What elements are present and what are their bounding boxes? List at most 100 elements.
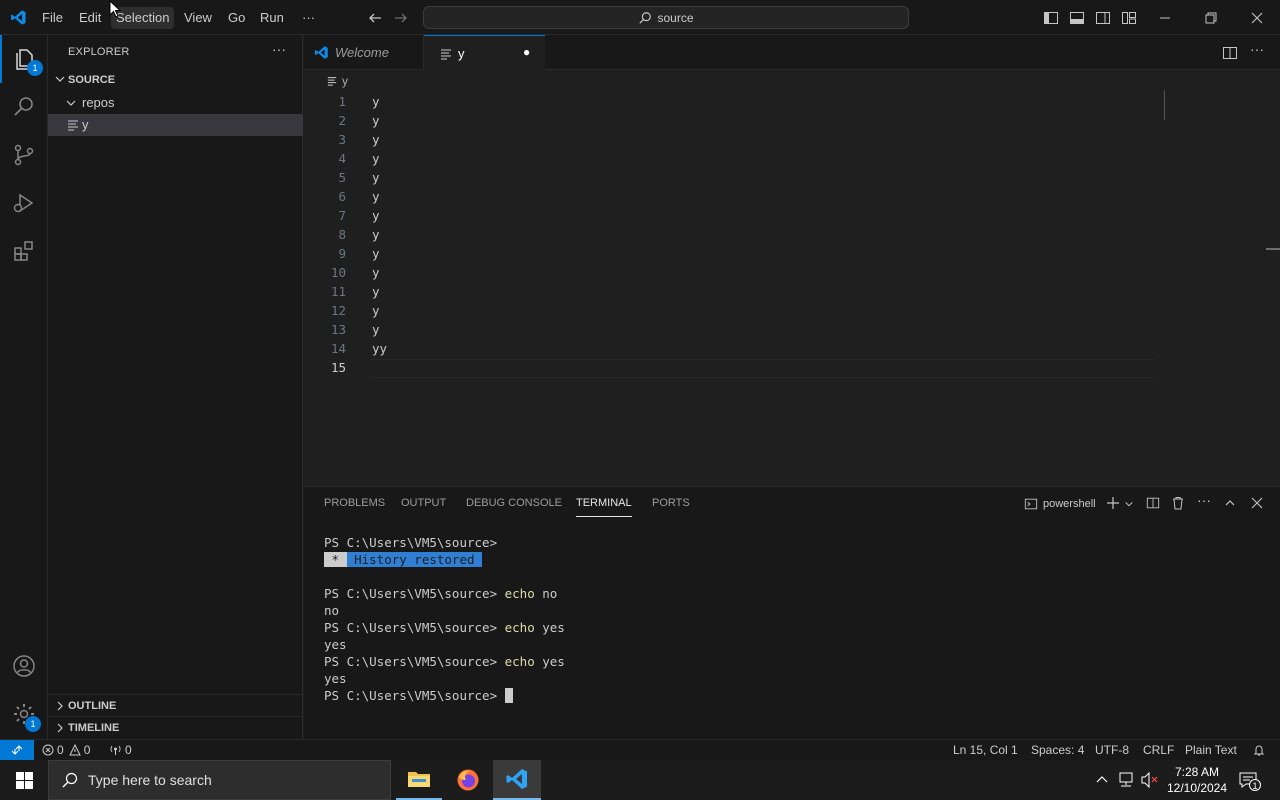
terminal-prompt: PS C:\Users\VM5\source> — [324, 654, 505, 669]
panel-more-button[interactable]: ··· — [1197, 492, 1211, 508]
line-number: 12 — [330, 303, 346, 318]
taskbar-clock[interactable]: 7:28 AM 12/10/2024 — [1162, 764, 1232, 796]
editor-more-button[interactable]: ··· — [1250, 41, 1264, 57]
activity-manage[interactable]: 1 — [0, 690, 48, 738]
encoding[interactable]: UTF-8 — [1095, 740, 1129, 760]
cursor-position[interactable]: Ln 15, Col 1 — [953, 740, 1018, 760]
language-mode[interactable]: Plain Text — [1185, 740, 1237, 760]
taskbar-file-explorer[interactable] — [396, 760, 442, 800]
split-editor-icon[interactable] — [1222, 45, 1238, 61]
run-debug-icon — [12, 191, 36, 215]
activity-run-debug[interactable] — [0, 179, 48, 227]
start-button[interactable] — [0, 760, 48, 800]
tree-file-y[interactable]: y — [48, 114, 303, 136]
maximize-panel-icon[interactable] — [1224, 497, 1236, 509]
chevron-down-icon[interactable] — [1124, 499, 1134, 509]
tab-problems[interactable]: PROBLEMS — [324, 497, 385, 517]
terminal-prompt: PS C:\Users\VM5\source> — [324, 620, 505, 635]
indentation[interactable]: Spaces: 4 — [1031, 740, 1084, 760]
tab-debug-console[interactable]: DEBUG CONSOLE — [466, 497, 562, 517]
code-line[interactable]: y — [372, 189, 380, 204]
code-line[interactable]: y — [372, 322, 380, 337]
activity-extensions[interactable] — [0, 227, 48, 275]
minimap-slider[interactable] — [1164, 90, 1165, 120]
remote-indicator[interactable] — [0, 740, 34, 760]
new-terminal-plus-icon[interactable] — [1106, 496, 1120, 510]
history-restored-label: History restored — [346, 552, 483, 567]
code-line[interactable]: yy — [372, 341, 387, 356]
forward-arrow-icon[interactable] — [391, 8, 411, 28]
tree-root-source[interactable]: SOURCE — [48, 69, 303, 91]
code-line[interactable]: y — [372, 265, 380, 280]
vscode-logo-icon — [314, 45, 329, 60]
toggle-panel-icon[interactable] — [1067, 8, 1087, 28]
line-number: 14 — [330, 341, 346, 356]
action-center-icon[interactable]: 1 — [1238, 770, 1261, 791]
command-center-search[interactable]: source — [423, 6, 909, 29]
outline-section[interactable]: OUTLINE — [48, 694, 303, 716]
terminal-shell-selector[interactable]: powershell — [1024, 497, 1096, 511]
terminal-command: echo — [504, 654, 535, 669]
line-number: 15 — [330, 360, 346, 375]
menu-more[interactable]: ··· — [297, 7, 320, 29]
trash-icon[interactable] — [1171, 496, 1185, 510]
code-line[interactable]: y — [372, 151, 380, 166]
menu-view[interactable]: View — [179, 7, 217, 29]
customize-layout-icon[interactable] — [1119, 8, 1139, 28]
problems-indicator[interactable]: 0 0 — [42, 740, 90, 760]
taskbar-vscode[interactable] — [493, 760, 541, 800]
toggle-primary-sidebar-icon[interactable] — [1041, 8, 1061, 28]
tab-terminal[interactable]: TERMINAL — [576, 497, 632, 517]
tab-ports[interactable]: PORTS — [652, 497, 690, 517]
split-terminal-icon[interactable] — [1146, 496, 1160, 510]
toggle-secondary-sidebar-icon[interactable] — [1093, 8, 1113, 28]
menu-edit[interactable]: Edit — [74, 7, 106, 29]
breadcrumb[interactable]: y — [327, 74, 348, 88]
chevron-up-icon[interactable] — [1095, 773, 1109, 787]
close-window-icon[interactable] — [1247, 8, 1267, 28]
activity-explorer[interactable]: 1 — [0, 35, 48, 83]
unsaved-dot-icon[interactable]: ● — [523, 45, 530, 59]
line-number: 9 — [338, 246, 346, 261]
code-line[interactable]: y — [372, 94, 380, 109]
tab-y[interactable]: y ● — [424, 35, 545, 71]
terminal-output-text: no — [324, 603, 340, 618]
restore-icon[interactable] — [1201, 8, 1221, 28]
code-line[interactable]: y — [372, 132, 380, 147]
network-icon[interactable] — [1117, 772, 1135, 788]
activity-search[interactable] — [0, 83, 48, 131]
tree-folder-repos[interactable]: repos — [48, 92, 303, 114]
code-line[interactable]: y — [372, 246, 380, 261]
taskbar-firefox[interactable] — [445, 760, 491, 800]
code-line[interactable]: y — [372, 227, 380, 242]
code-line[interactable]: y — [372, 284, 380, 299]
tab-output[interactable]: OUTPUT — [401, 497, 446, 517]
notification-count: 1 — [1249, 779, 1261, 791]
code-line[interactable]: y — [372, 208, 380, 223]
terminal-scrollbar[interactable] — [1266, 537, 1280, 707]
settings-badge: 1 — [25, 716, 41, 732]
code-line[interactable]: y — [372, 113, 380, 128]
end-of-line[interactable]: CRLF — [1143, 740, 1174, 760]
taskbar-search-box[interactable]: Type here to search — [48, 760, 391, 800]
minimize-icon[interactable] — [1155, 8, 1175, 28]
ports-indicator[interactable]: 0 — [109, 740, 132, 760]
volume-muted-icon[interactable] — [1141, 772, 1159, 788]
menu-file[interactable]: File — [37, 7, 68, 29]
tab-welcome[interactable]: Welcome — [304, 35, 424, 70]
menu-go[interactable]: Go — [223, 7, 250, 29]
activity-source-control[interactable] — [0, 131, 48, 179]
code-line[interactable]: y — [372, 170, 380, 185]
code-line[interactable]: y — [372, 303, 380, 318]
close-panel-icon[interactable] — [1251, 497, 1263, 509]
activity-accounts[interactable] — [0, 642, 48, 690]
terminal-arg: yes — [534, 620, 565, 635]
menu-run[interactable]: Run — [255, 7, 289, 29]
timeline-section[interactable]: TIMELINE — [48, 716, 303, 738]
notifications-bell[interactable] — [1253, 740, 1265, 760]
text-editor[interactable]: y 1 y 2 y 3 y 4 y 5 y 6 y 7 y 8 y 9 y 10 y 11 y 12 y 13 y 14 yy 15 — [304, 70, 1280, 485]
sidebar-more-button[interactable]: ··· — [272, 41, 286, 57]
explorer-badge: 1 — [27, 60, 43, 76]
clock-date: 12/10/2024 — [1166, 781, 1228, 795]
back-arrow-icon[interactable] — [365, 8, 385, 28]
